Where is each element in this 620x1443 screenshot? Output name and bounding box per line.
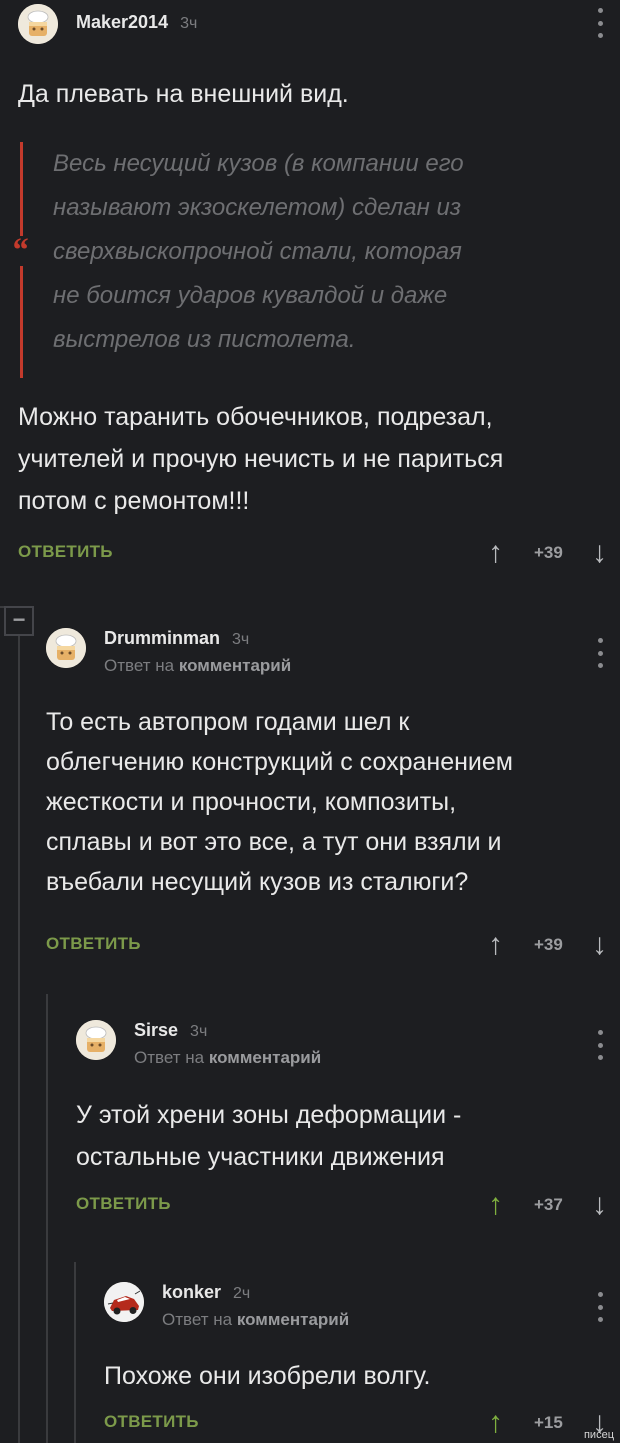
more-options-icon[interactable] <box>597 8 603 38</box>
user-avatar[interactable] <box>104 1282 144 1322</box>
username-text[interactable]: Sirse <box>134 1020 178 1040</box>
reply-to-line: Ответ на комментарий <box>162 1310 349 1330</box>
more-options-icon[interactable] <box>597 638 603 668</box>
reply-to-prefix: Ответ на <box>134 1048 205 1067</box>
user-avatar[interactable] <box>18 4 58 44</box>
site-watermark: писец <box>583 1429 614 1441</box>
text-line: То есть автопром годами шел к <box>46 708 410 736</box>
username[interactable]: konker 2ч <box>162 1282 250 1303</box>
comment-rating: +15 <box>534 1413 563 1432</box>
comment-time: 2ч <box>233 1285 251 1302</box>
reply-button[interactable]: ОТВЕТИТЬ <box>76 1194 171 1214</box>
quote-line: выстрелов из пистолета. <box>53 326 356 353</box>
more-options-icon[interactable] <box>597 1292 603 1322</box>
comment-text: У этой хрени зоны деформации - остальные… <box>76 1094 616 1178</box>
comment-konker: konker 2ч Ответ на комментарий Похоже они… <box>0 1270 620 1443</box>
text-line: остальные участники движения <box>76 1143 445 1171</box>
comment-time: 3ч <box>180 15 198 32</box>
user-avatar[interactable] <box>76 1020 116 1060</box>
text-line: Можно таранить обочечников, подрезал, <box>18 403 493 431</box>
username[interactable]: Sirse 3ч <box>134 1020 207 1041</box>
username-text[interactable]: konker <box>162 1282 221 1302</box>
text-line: У этой хрени зоны деформации - <box>76 1101 462 1129</box>
reply-button[interactable]: ОТВЕТИТЬ <box>46 934 141 954</box>
quote-mark-icon: “ <box>9 232 30 269</box>
reply-to-link[interactable]: комментарий <box>179 656 291 675</box>
more-options-icon[interactable] <box>597 1030 603 1060</box>
reply-to-link[interactable]: комментарий <box>209 1048 321 1067</box>
reply-to-link[interactable]: комментарий <box>237 1310 349 1329</box>
comment-actions: ОТВЕТИТЬ ↑ +39 ↓ <box>18 538 620 568</box>
upvote-arrow-icon[interactable]: ↑ <box>488 930 503 960</box>
comment-actions: ОТВЕТИТЬ ↑ +39 ↓ <box>46 930 620 960</box>
username[interactable]: Drumminman 3ч <box>104 628 249 649</box>
reply-to-line: Ответ на комментарий <box>134 1048 321 1068</box>
chef-cake-avatar-icon <box>18 4 58 44</box>
quote-block: “ Весь несущий кузов (в компании его наз… <box>9 142 580 378</box>
username-text[interactable]: Maker2014 <box>76 12 168 32</box>
text-line: жесткости и прочности, композиты, <box>46 788 457 816</box>
upvote-arrow-icon[interactable]: ↑ <box>488 1408 503 1438</box>
downvote-arrow-icon[interactable]: ↓ <box>592 930 607 960</box>
comment-actions: ОТВЕТИТЬ ↑ +37 ↓ <box>76 1190 620 1220</box>
upvote-arrow-icon[interactable]: ↑ <box>488 538 503 568</box>
comment-text: То есть автопром годами шел к облегчению… <box>46 702 616 902</box>
quote-line: Весь несущий кузов (в компании его <box>53 150 464 177</box>
downvote-arrow-icon[interactable]: ↓ <box>592 1190 607 1220</box>
comment-rating: +37 <box>534 1195 563 1214</box>
reply-button[interactable]: ОТВЕТИТЬ <box>104 1412 199 1432</box>
text-line: облегчению конструкций с сохранением <box>46 748 513 776</box>
upvote-arrow-icon[interactable]: ↑ <box>488 1190 503 1220</box>
red-car-avatar-icon <box>104 1282 144 1322</box>
text-line: въебали несущий кузов из сталюги? <box>46 868 469 896</box>
reply-to-prefix: Ответ на <box>162 1310 233 1329</box>
comment-text-intro: Да плевать на внешний вид. <box>18 80 349 108</box>
reply-to-prefix: Ответ на <box>104 656 175 675</box>
comment-time: 3ч <box>232 631 250 648</box>
text-line: учителей и прочую нечисть и не париться <box>18 445 504 473</box>
comment-sirse: Sirse 3ч Ответ на комментарий У этой хрен… <box>0 1010 620 1240</box>
text-line: сплавы и вот это все, а тут они взяли и <box>46 828 502 856</box>
chef-cake-avatar-icon <box>46 628 86 668</box>
comment-drumminman: Drumminman 3ч Ответ на комментарий То ест… <box>0 620 620 980</box>
downvote-arrow-icon[interactable]: ↓ <box>592 538 607 568</box>
reply-button[interactable]: ОТВЕТИТЬ <box>18 542 113 562</box>
username[interactable]: Maker2014 3ч <box>76 12 197 33</box>
reply-to-line: Ответ на комментарий <box>104 656 291 676</box>
comment-actions: ОТВЕТИТЬ ↑ +15 ↓ <box>104 1408 620 1438</box>
text-line: потом с ремонтом!!! <box>18 487 250 515</box>
chef-cake-avatar-icon <box>76 1020 116 1060</box>
comment-rating: +39 <box>534 543 563 562</box>
username-text[interactable]: Drumminman <box>104 628 220 648</box>
user-avatar[interactable] <box>46 628 86 668</box>
text-line: Похоже они изобрели волгу. <box>104 1362 431 1390</box>
quote-line: сверхвыскопрочной стали, которая <box>53 238 462 265</box>
comment-time: 3ч <box>190 1023 208 1040</box>
comment-rating: +39 <box>534 935 563 954</box>
comment-text: Похоже они изобрели волгу. <box>104 1356 614 1396</box>
comment-maker2014: Maker2014 3ч Да плевать на внешний вид. “… <box>0 0 620 590</box>
comment-text: Можно таранить обочечников, подрезал, уч… <box>18 396 608 522</box>
quote-line: не боится ударов кувалдой и даже <box>53 282 448 309</box>
quote-line: называют экзоскелетом) сделан из <box>53 194 462 221</box>
